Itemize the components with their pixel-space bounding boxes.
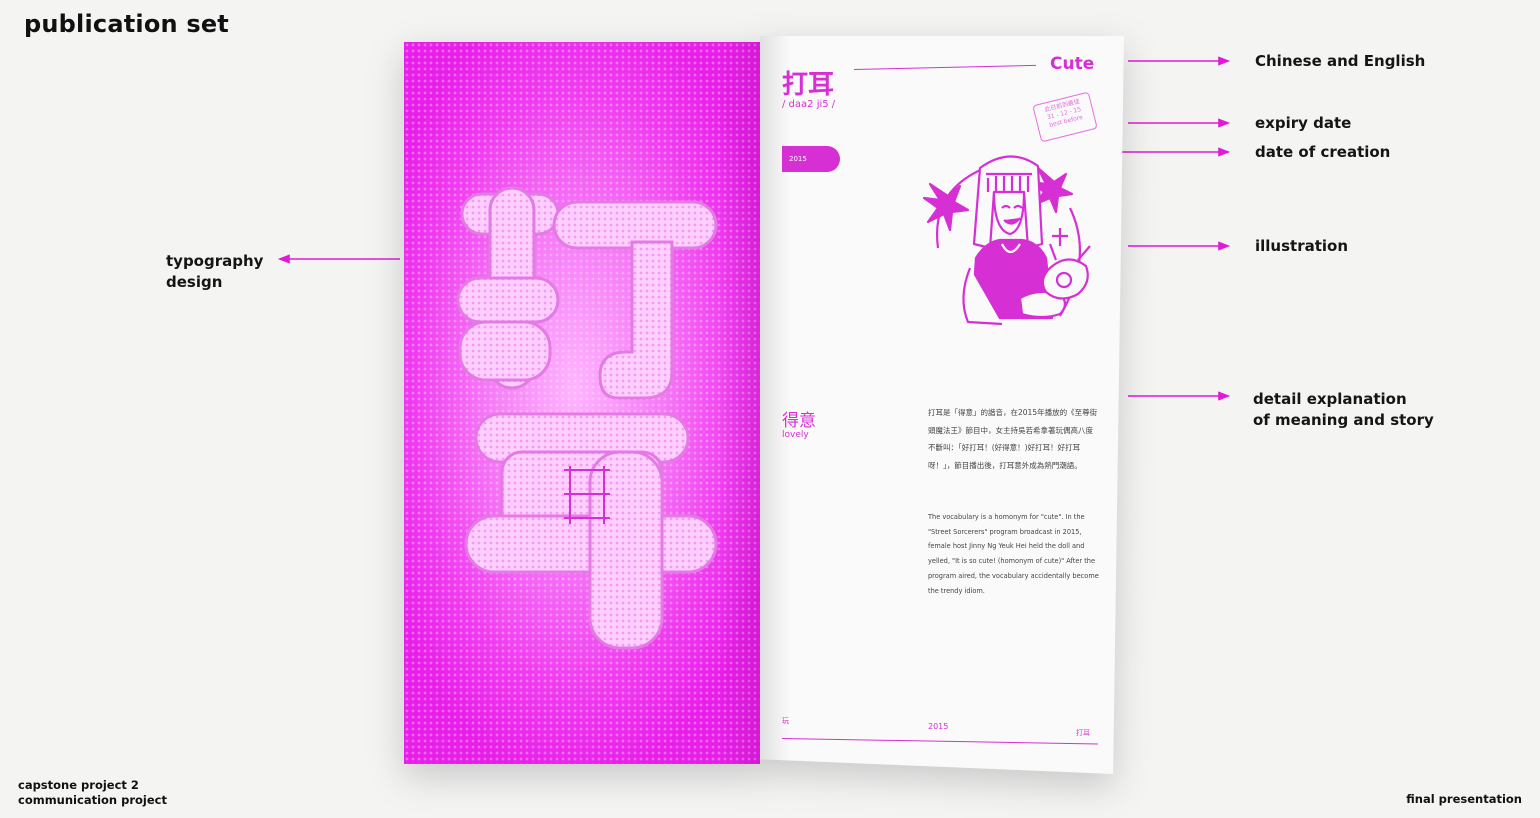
expiry-date-stamp: 此日前到最佳 31 - 12 - 15 best before (1032, 91, 1098, 143)
callout-date-of-creation: date of creation (1255, 143, 1391, 161)
jyutping: / daa2 ji5 / (782, 99, 836, 110)
page-footer-left: 玩 (782, 717, 789, 725)
callout-illustration: illustration (1255, 237, 1349, 255)
cover-typography (456, 186, 718, 650)
cover-page (404, 42, 760, 764)
fold-shadow-left (720, 42, 760, 764)
page-footer-rule (781, 738, 1098, 745)
meaning-english: lovely (782, 430, 809, 440)
callout-chinese-english: Chinese and English (1255, 52, 1426, 70)
callout-expiry-date: expiry date (1255, 114, 1352, 132)
date-of-creation-pill: 2015 (782, 146, 840, 172)
word-chinese: 打耳 (782, 70, 835, 100)
story-english: The vocabulary is a homonym for "cute". … (928, 513, 1099, 595)
callout-typography-line-2: design (166, 273, 223, 291)
project-info: capstone project 2 communication project (18, 778, 167, 808)
page-footer-year: 2015 (928, 722, 949, 731)
publication-booklet: 打耳 Cute / daa2 ji5 / 2015 此日前到最佳 31 - 12… (404, 36, 1124, 774)
meaning-chinese: 得意 (782, 411, 816, 431)
story-chinese: 打耳是「得意」的諧音，在2015年播放的《至尊街頭魔法王》節目中，女主持吳若希拿… (928, 408, 1098, 470)
callout-typography-line-1: typography (166, 252, 264, 270)
project-line-1: capstone project 2 (18, 778, 139, 792)
cover-char-da (456, 186, 718, 400)
girl-with-doll-illustration (922, 155, 1091, 326)
page-footer-right: 打耳 (1076, 729, 1090, 737)
word-english: Cute (1050, 54, 1095, 74)
content-page: 打耳 Cute / daa2 ji5 / 2015 此日前到最佳 31 - 12… (760, 36, 1124, 774)
cover-char-er (464, 412, 718, 650)
callout-typography-design: typography design (166, 251, 263, 293)
project-line-2: communication project (18, 793, 167, 807)
callout-detail-explanation: detail explanation of meaning and story (1253, 389, 1434, 431)
callout-detail-line-2: of meaning and story (1253, 411, 1434, 429)
title-rule (853, 64, 1036, 70)
callout-detail-line-1: detail explanation (1253, 390, 1407, 408)
presentation-label: final presentation (1406, 792, 1522, 806)
